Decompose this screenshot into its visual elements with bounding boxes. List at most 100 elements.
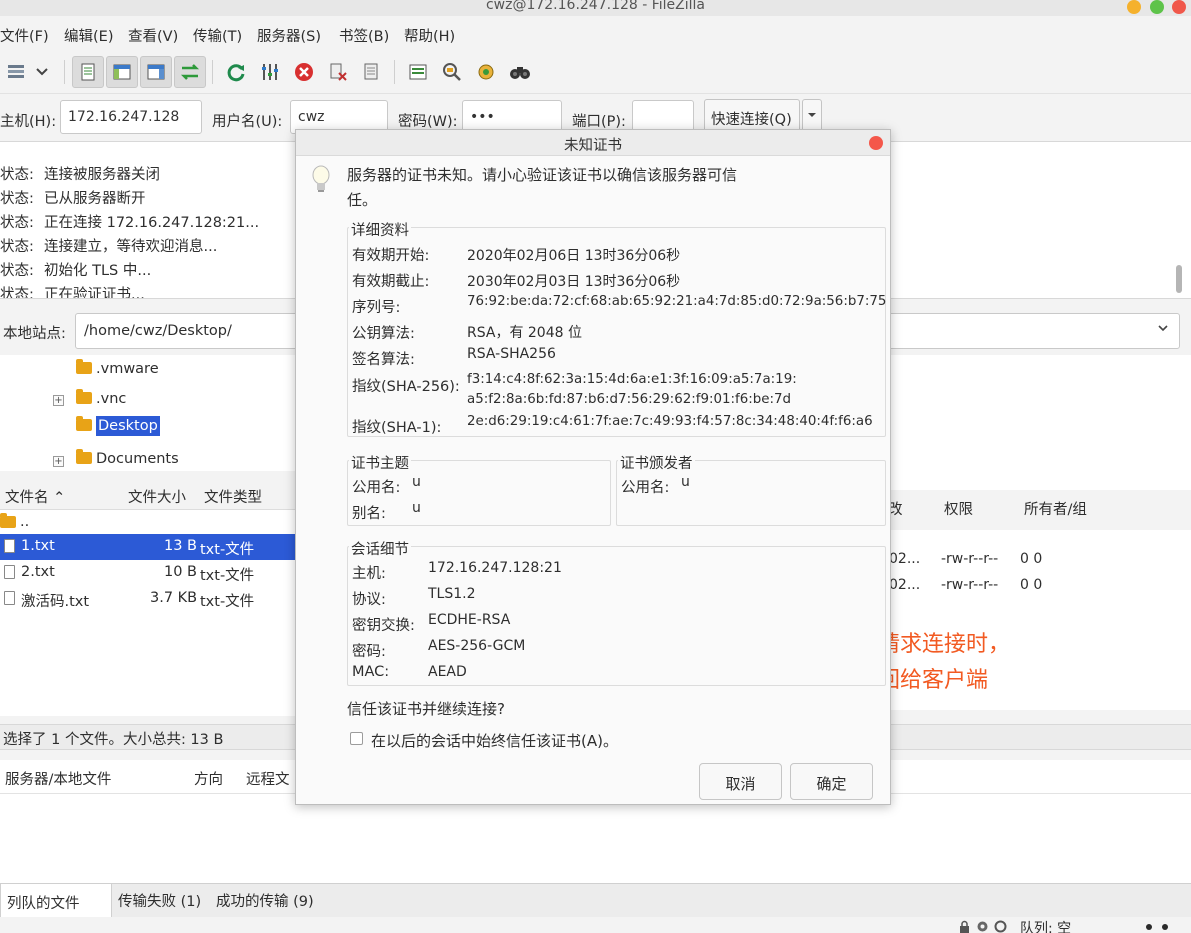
always-trust-label[interactable]: 在以后的会话中始终信任该证书(A)。: [371, 730, 618, 751]
reconnect-icon[interactable]: [356, 56, 388, 88]
ok-button[interactable]: 确定: [790, 763, 873, 800]
tree-item-vnc[interactable]: .vnc: [76, 389, 126, 417]
compare-icon[interactable]: [436, 56, 468, 88]
session-host-value: 172.16.247.128:21: [428, 560, 562, 576]
column-filename[interactable]: 文件名 ⌃: [5, 486, 65, 507]
column-filesize[interactable]: 文件大小: [128, 486, 186, 507]
log-scrollbar[interactable]: [1176, 265, 1182, 293]
column-server-local-file[interactable]: 服务器/本地文件: [5, 768, 111, 789]
send-indicator-icon: [1146, 924, 1152, 930]
tab-queued-files[interactable]: 列队的文件: [0, 884, 112, 918]
log-line: 状态: 连接被服务器关闭: [0, 167, 160, 183]
column-filetype[interactable]: 文件类型: [204, 486, 262, 507]
minimize-button[interactable]: [1127, 0, 1141, 14]
queue-list[interactable]: [0, 794, 1191, 884]
expand-icon[interactable]: +: [53, 395, 64, 406]
session-proto-label: 协议:: [352, 592, 386, 608]
chevron-down-icon[interactable]: [1157, 322, 1169, 338]
speed-limit-icon: [994, 920, 1007, 933]
log-line: 状态: 连接建立，等待欢迎消息...: [0, 239, 218, 255]
sha1-label: 指纹(SHA-1):: [352, 420, 442, 436]
subject-alt-label: 别名:: [352, 506, 386, 522]
toolbar: [0, 50, 1191, 94]
column-permissions[interactable]: 权限: [944, 498, 973, 519]
log-line: 状态: 初始化 TLS 中...: [0, 263, 152, 279]
folder-icon: [76, 416, 92, 431]
menu-file[interactable]: 文件(F): [0, 25, 49, 46]
column-remote-file[interactable]: 远程文: [246, 768, 290, 789]
maximize-button[interactable]: [1150, 0, 1164, 14]
menu-help[interactable]: 帮助(H): [404, 25, 455, 46]
expand-icon[interactable]: +: [53, 456, 64, 467]
toggle-queue-icon[interactable]: [174, 56, 206, 88]
file-icon: [4, 539, 15, 553]
toggle-remote-tree-icon[interactable]: [140, 56, 172, 88]
menu-view[interactable]: 查看(V): [128, 25, 178, 46]
session-mac-label: MAC:: [352, 664, 390, 680]
valid-from-value: 2020年02月06日 13时36分06秒: [467, 248, 681, 264]
tab-successful-transfers[interactable]: 成功的传输 (9): [216, 890, 314, 911]
dialog-intro-line-1: 服务器的证书未知。请小心验证该证书以确信该服务器可信: [347, 166, 738, 184]
local-file-list[interactable]: .. 1.txt 13 B txt-文件 2.txt 10 B txt-文件 激…: [0, 510, 296, 716]
issuer-group-title: 证书颁发者: [618, 452, 695, 473]
close-window-button[interactable]: [1172, 0, 1186, 14]
subject-cn-label: 公用名:: [352, 480, 401, 496]
menu-edit[interactable]: 编辑(E): [64, 25, 113, 46]
details-group-title: 详细资料: [349, 219, 411, 240]
unknown-certificate-dialog: 未知证书 服务器的证书未知。请小心验证该证书以确信该服务器可信 任。 详细资料 …: [295, 129, 891, 805]
log-line: 状态: 已从服务器断开: [0, 191, 146, 207]
filter-icon[interactable]: [402, 56, 434, 88]
title-bar: cwz@172.16.247.128 - FileZilla: [0, 0, 1191, 16]
file-row-parent[interactable]: ..: [0, 510, 296, 536]
dropdown-arrow-icon[interactable]: [28, 56, 56, 88]
file-row[interactable]: 1.txt 13 B txt-文件: [0, 534, 296, 560]
tab-failed-transfers[interactable]: 传输失败 (1): [118, 890, 201, 911]
sha1-value: 2e:d6:29:19:c4:61:7f:ae:7c:49:93:f4:57:8…: [467, 414, 873, 429]
session-host-label: 主机:: [352, 566, 386, 582]
window-title: cwz@172.16.247.128 - FileZilla: [485, 0, 706, 13]
lock-icon: [958, 920, 971, 933]
bottom-status-bar: 队列: 空: [0, 917, 1191, 933]
trust-question: 信任该证书并继续连接?: [347, 700, 505, 718]
sync-browse-icon[interactable]: [470, 56, 502, 88]
tree-item-vmware[interactable]: .vmware: [76, 359, 159, 387]
remote-file-row[interactable]: 02... -rw-r--r-- 0 0: [885, 547, 1191, 573]
menu-bookmarks[interactable]: 书签(B): [339, 25, 389, 46]
always-trust-checkbox[interactable]: [350, 732, 363, 745]
file-row[interactable]: 激活码.txt 3.7 KB txt-文件: [0, 586, 296, 612]
menu-transfer[interactable]: 传输(T): [193, 25, 242, 46]
toggle-log-icon[interactable]: [72, 56, 104, 88]
sigalg-value: RSA-SHA256: [467, 346, 556, 362]
folder-icon: [76, 449, 92, 464]
selection-status-text: 选择了 1 个文件。大小总共: 13 B: [3, 732, 224, 748]
column-direction[interactable]: 方向: [194, 768, 223, 789]
valid-to-value: 2030年02月03日 13时36分06秒: [467, 274, 681, 290]
sha256-line-2: a5:f2:8a:6b:fd:87:b6:d7:56:29:62:f9:01:f…: [467, 392, 792, 407]
refresh-icon[interactable]: [220, 56, 252, 88]
host-input[interactable]: 172.16.247.128: [60, 100, 202, 134]
disconnect-icon[interactable]: [322, 56, 354, 88]
cancel-icon[interactable]: [288, 56, 320, 88]
pubkey-label: 公钥算法:: [352, 326, 415, 342]
process-queue-icon[interactable]: [254, 56, 286, 88]
file-icon: [4, 591, 15, 605]
pubkey-value: RSA，有 2048 位: [467, 325, 582, 341]
session-proto-value: TLS1.2: [428, 586, 476, 602]
remote-directory-tree[interactable]: [885, 355, 1191, 490]
remote-file-row[interactable]: 02... -rw-r--r-- 0 0: [885, 573, 1191, 599]
cancel-button[interactable]: 取消: [699, 763, 782, 800]
queue-status: 队列: 空: [1020, 921, 1072, 933]
toggle-local-tree-icon[interactable]: [106, 56, 138, 88]
menu-server[interactable]: 服务器(S): [257, 25, 321, 46]
tree-item-desktop[interactable]: Desktop: [76, 416, 160, 444]
dialog-close-icon[interactable]: [869, 136, 883, 150]
quickconnect-dropdown-icon[interactable]: [802, 99, 822, 133]
local-directory-tree[interactable]: .vmware + .vnc Desktop + Documents: [0, 355, 296, 471]
search-icon[interactable]: [504, 56, 536, 88]
tree-item-documents[interactable]: Documents: [76, 449, 179, 471]
session-group-title: 会话细节: [349, 538, 411, 559]
lightbulb-icon: [311, 165, 331, 199]
column-owner[interactable]: 所有者/组: [1024, 498, 1087, 519]
file-row[interactable]: 2.txt 10 B txt-文件: [0, 560, 296, 586]
quickconnect-button[interactable]: 快速连接(Q): [704, 99, 800, 133]
